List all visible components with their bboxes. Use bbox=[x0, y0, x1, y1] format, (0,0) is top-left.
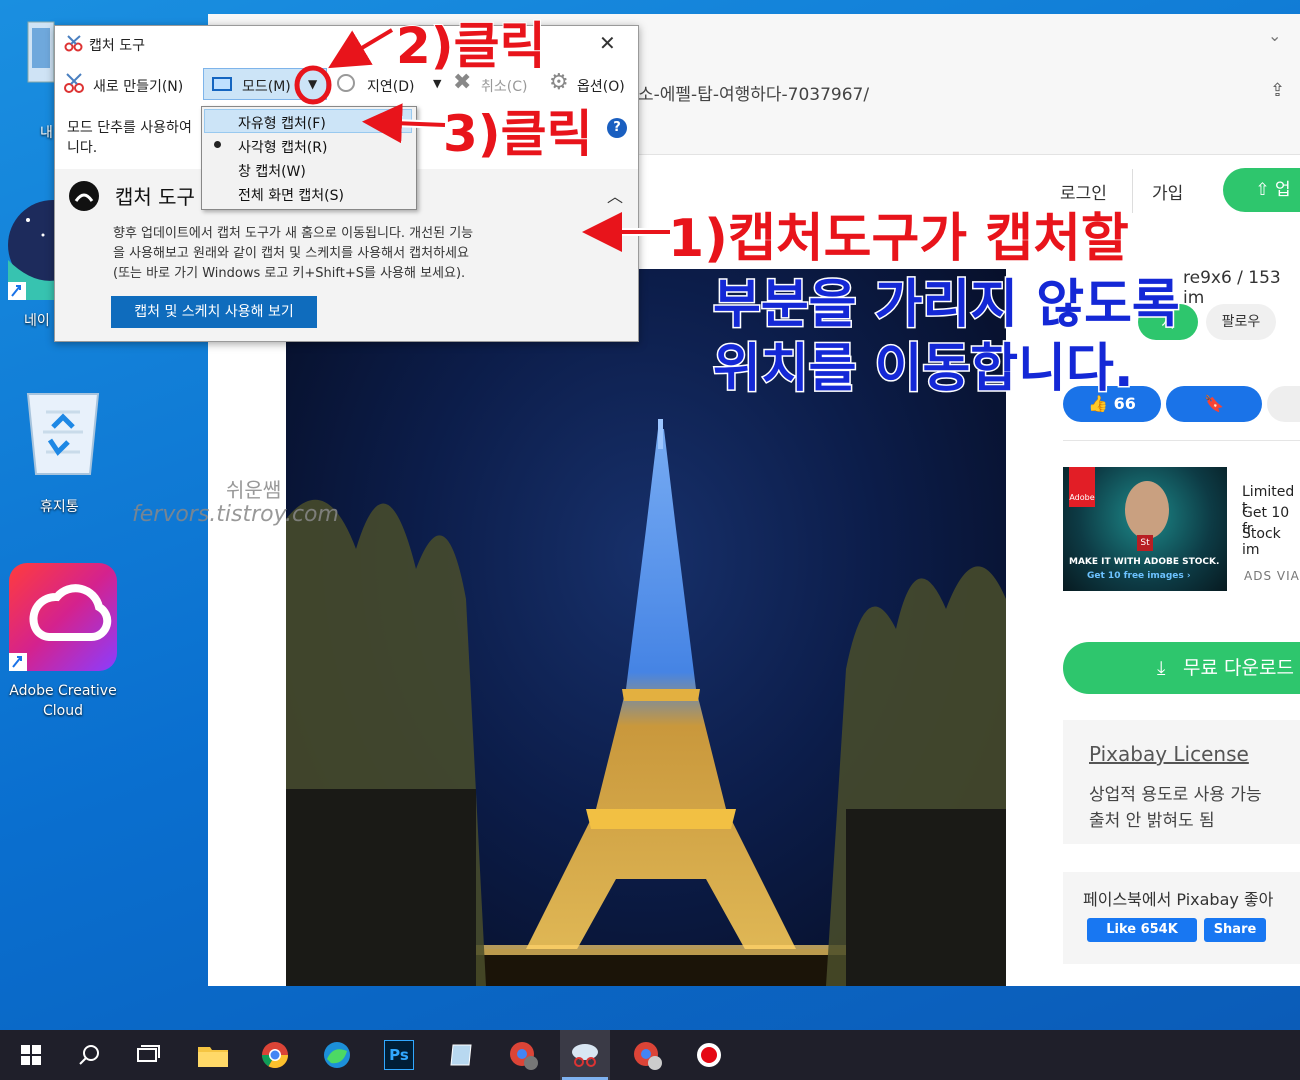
photoshop-icon[interactable]: Ps bbox=[374, 1030, 424, 1080]
click-circle bbox=[294, 65, 332, 105]
chrome-app-icon[interactable] bbox=[622, 1030, 672, 1080]
edge-icon[interactable] bbox=[312, 1030, 362, 1080]
annotation-arrows bbox=[294, 26, 670, 252]
task-view-icon[interactable] bbox=[124, 1030, 174, 1080]
file-explorer-icon[interactable] bbox=[188, 1030, 238, 1080]
step3-annotation: 3)클릭 bbox=[442, 104, 594, 164]
search-icon[interactable] bbox=[64, 1030, 114, 1080]
chrome-profile-icon[interactable] bbox=[498, 1030, 548, 1080]
photoshop-label: Ps bbox=[384, 1040, 414, 1070]
windows-start-icon[interactable] bbox=[6, 1030, 56, 1080]
chrome-icon[interactable] bbox=[250, 1030, 300, 1080]
record-icon[interactable] bbox=[684, 1030, 734, 1080]
step1-annotation-line1: 1)캡처도구가 캡처할 bbox=[667, 208, 1130, 270]
step2-annotation: 2)클릭 bbox=[395, 16, 547, 76]
taskbar: Ps bbox=[0, 1030, 1300, 1080]
snipping-tool-icon[interactable] bbox=[560, 1030, 610, 1080]
step1-annotation-line3: 위치를 이동합니다. bbox=[712, 338, 1136, 401]
notepad-icon[interactable] bbox=[436, 1030, 486, 1080]
